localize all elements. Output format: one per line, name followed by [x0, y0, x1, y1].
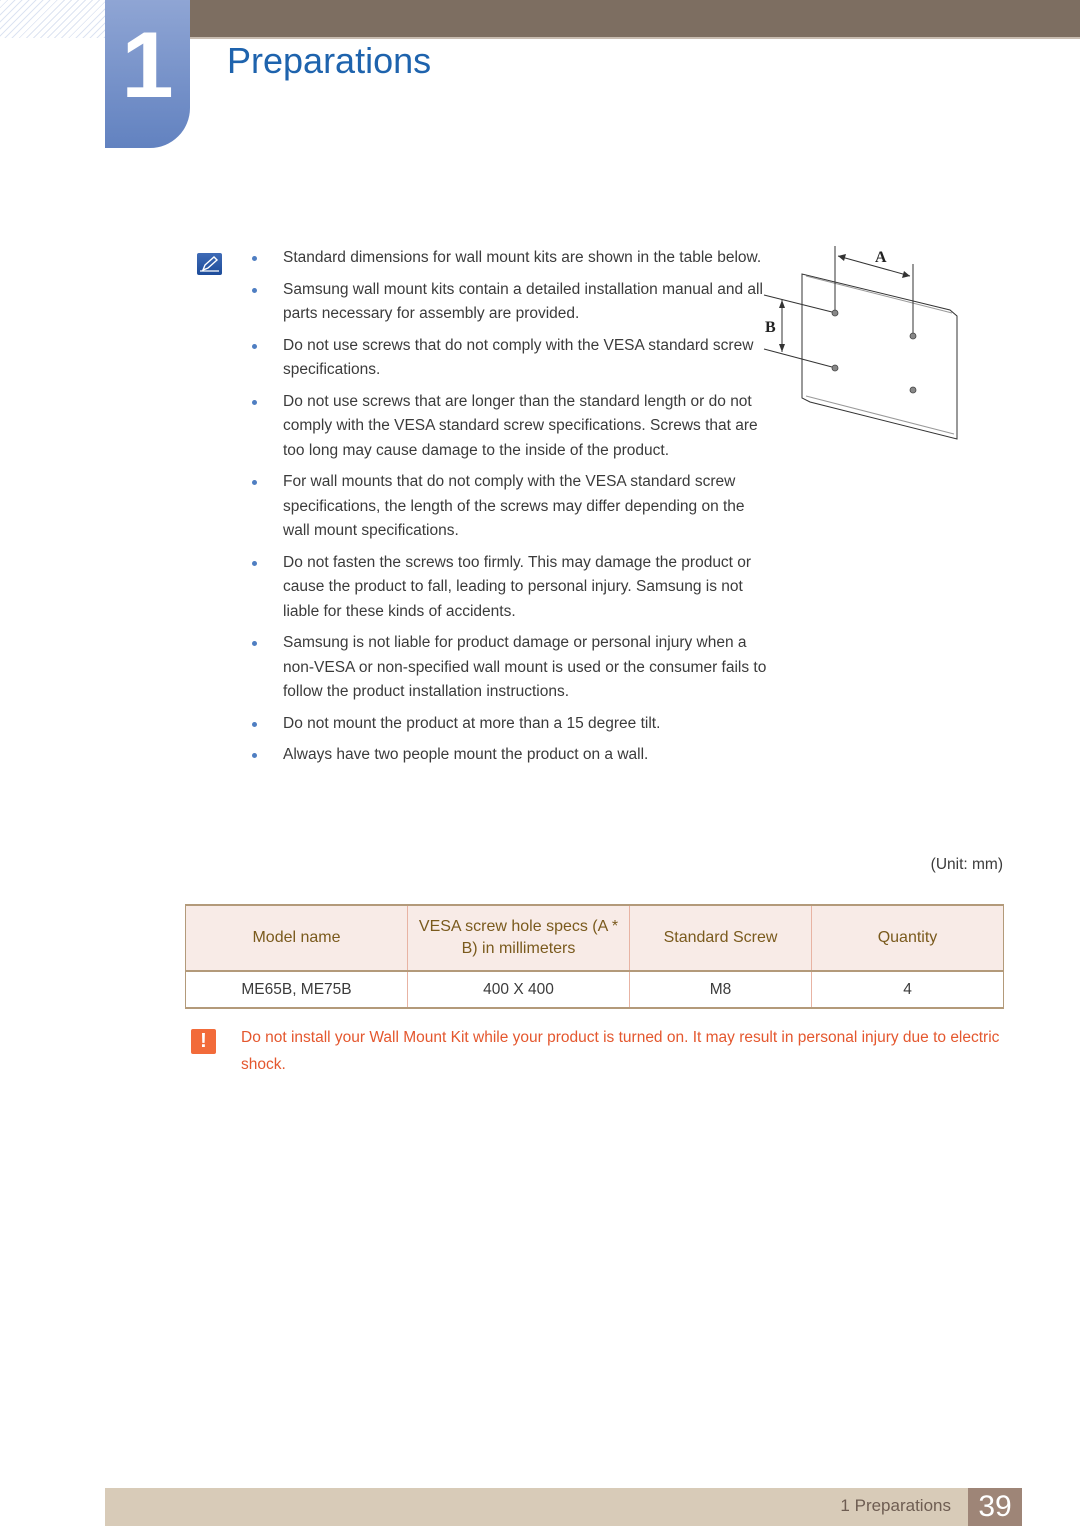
chapter-tab: 1	[105, 0, 190, 148]
note-pencil-icon	[197, 253, 222, 275]
bullet-icon	[252, 287, 257, 293]
chapter-number: 1	[121, 12, 174, 117]
label-a: A	[875, 249, 887, 266]
note-item: Samsung wall mount kits contain a detail…	[247, 278, 767, 327]
cell-model-name: ME65B, ME75B	[185, 971, 408, 1008]
header-standard-screw: Standard Screw	[629, 905, 812, 971]
cell-quantity: 4	[811, 971, 1004, 1008]
bullet-icon	[252, 256, 257, 261]
note-item: Do not mount the product at more than a …	[247, 712, 767, 737]
bullet-icon	[252, 399, 257, 405]
header-vesa-specs: VESA screw hole specs (A * B) in millime…	[407, 905, 630, 971]
page-number: 39	[968, 1488, 1022, 1526]
screw-hole	[909, 386, 917, 394]
header-hatch-decoration	[0, 0, 105, 38]
table-row: ME65B, ME75B 400 X 400 M8 4	[185, 971, 1004, 1008]
header-bar	[190, 0, 1080, 39]
dimension-arrow-a	[837, 255, 911, 277]
bullet-icon	[252, 480, 257, 485]
unit-label: (Unit: mm)	[930, 856, 1003, 873]
dimension-line-b-bottom	[763, 348, 833, 368]
warning-exclamation-icon: !	[191, 1029, 216, 1054]
header-quantity: Quantity	[811, 905, 1004, 971]
note-item: Standard dimensions for wall mount kits …	[247, 246, 767, 271]
screw-hole	[909, 332, 917, 340]
page-footer: 1 Preparations 39	[105, 1488, 1022, 1526]
note-item: Always have two people mount the product…	[247, 743, 767, 768]
tv-back-outline	[801, 273, 958, 440]
bullet-icon	[252, 721, 257, 727]
note-item: Samsung is not liable for product damage…	[247, 631, 767, 705]
note-item: Do not fasten the screws too firmly. Thi…	[247, 551, 767, 625]
table-header-row: Model name VESA screw hole specs (A * B)…	[185, 905, 1004, 971]
warning-text: Do not install your Wall Mount Kit while…	[241, 1029, 1000, 1073]
chapter-title: Preparations	[227, 40, 432, 81]
note-item: Do not use screws that do not comply wit…	[247, 334, 767, 383]
label-b: B	[765, 319, 776, 336]
wall-mount-spec-table: Model name VESA screw hole specs (A * B)…	[185, 904, 1004, 1009]
vesa-mount-diagram: A B	[763, 246, 958, 440]
notes-list: Standard dimensions for wall mount kits …	[247, 246, 767, 775]
cell-vesa-specs: 400 X 400	[407, 971, 630, 1008]
bullet-icon	[252, 343, 257, 349]
header-model-name: Model name	[185, 905, 408, 971]
cell-standard-screw: M8	[629, 971, 812, 1008]
bullet-icon	[252, 753, 257, 758]
footer-section-label: 1 Preparations	[840, 1496, 951, 1515]
bullet-icon	[252, 641, 257, 646]
screw-hole	[831, 309, 839, 317]
bullet-icon	[252, 560, 257, 566]
dimension-line-b-top	[763, 294, 833, 313]
note-item: For wall mounts that do not comply with …	[247, 470, 767, 544]
screw-hole	[831, 364, 839, 372]
note-item: Do not use screws that are longer than t…	[247, 390, 767, 464]
